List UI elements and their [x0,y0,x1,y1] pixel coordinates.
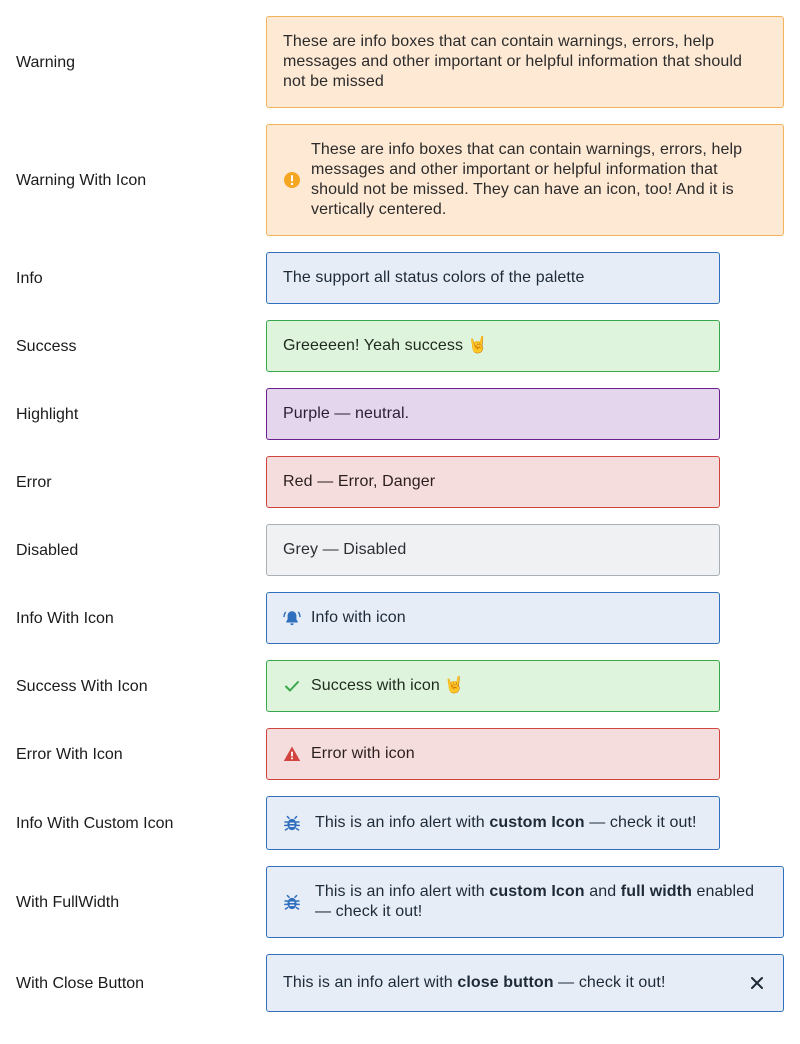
warning-alert: These are info boxes that can contain wa… [266,16,784,108]
row-label-error: Error [16,474,52,491]
error-alert: Red — Error, Danger [266,456,720,508]
with-close-button-alert-text: This is an info alert with close button … [283,974,666,991]
bug-icon [283,814,301,832]
info-alert: The support all status colors of the pal… [266,252,720,304]
with-fullwidth-alert: This is an info alert with custom Icon a… [266,866,784,938]
row-label-info: Info [16,270,43,287]
success-alert-text: Greeeeen! Yeah success 🤘 [283,337,488,354]
warning-with-icon-alert-text: These are info boxes that can contain wa… [311,141,743,218]
error-with-icon-alert: Error with icon [266,728,720,780]
row-label-error-with-icon: Error With Icon [16,746,123,763]
highlight-alert: Purple — neutral. [266,388,720,440]
row-label-with-close-button: With Close Button [16,975,145,992]
bug-icon [283,893,301,911]
row-label-success-with-icon: Success With Icon [16,678,148,695]
error-with-icon-alert-text: Error with icon [311,745,415,762]
warning-with-icon-alert: These are info boxes that can contain wa… [266,124,784,236]
info-alert-text: The support all status colors of the pal… [283,269,585,286]
error-alert-text: Red — Error, Danger [283,473,436,490]
warning-alert-text: These are info boxes that can contain wa… [283,33,743,90]
success-with-icon-alert-text: Success with icon 🤘 [311,677,465,694]
success-with-icon-alert: Success with icon 🤘 [266,660,720,712]
disabled-alert: Grey — Disabled [266,524,720,576]
row-label-warning-with-icon: Warning With Icon [16,172,147,189]
highlight-alert-text: Purple — neutral. [283,405,410,422]
row-label-highlight: Highlight [16,406,79,423]
row-label-disabled: Disabled [16,542,79,559]
info-with-custom-icon-alert-text: This is an info alert with custom Icon —… [315,814,697,831]
warning-triangle-icon [283,745,301,763]
bell-ringing-icon [283,609,301,627]
row-label-warning: Warning [16,54,75,71]
with-close-button-alert: This is an info alert with close button … [266,954,784,1012]
exclamation-circle-icon [283,171,301,189]
with-fullwidth-alert-text: This is an info alert with custom Icon a… [315,883,755,920]
checkmark-icon [283,677,301,695]
success-alert: Greeeeen! Yeah success 🤘 [266,320,720,372]
row-label-info-with-custom-icon: Info With Custom Icon [16,815,174,832]
row-label-success: Success [16,338,77,355]
close-icon[interactable] [747,973,767,993]
disabled-alert-text: Grey — Disabled [283,541,407,558]
row-label-info-with-icon: Info With Icon [16,610,114,627]
info-with-icon-alert-text: Info with icon [311,609,406,626]
info-with-icon-alert: Info with icon [266,592,720,644]
info-with-custom-icon-alert: This is an info alert with custom Icon —… [266,796,720,850]
row-label-with-fullwidth: With FullWidth [16,894,120,911]
